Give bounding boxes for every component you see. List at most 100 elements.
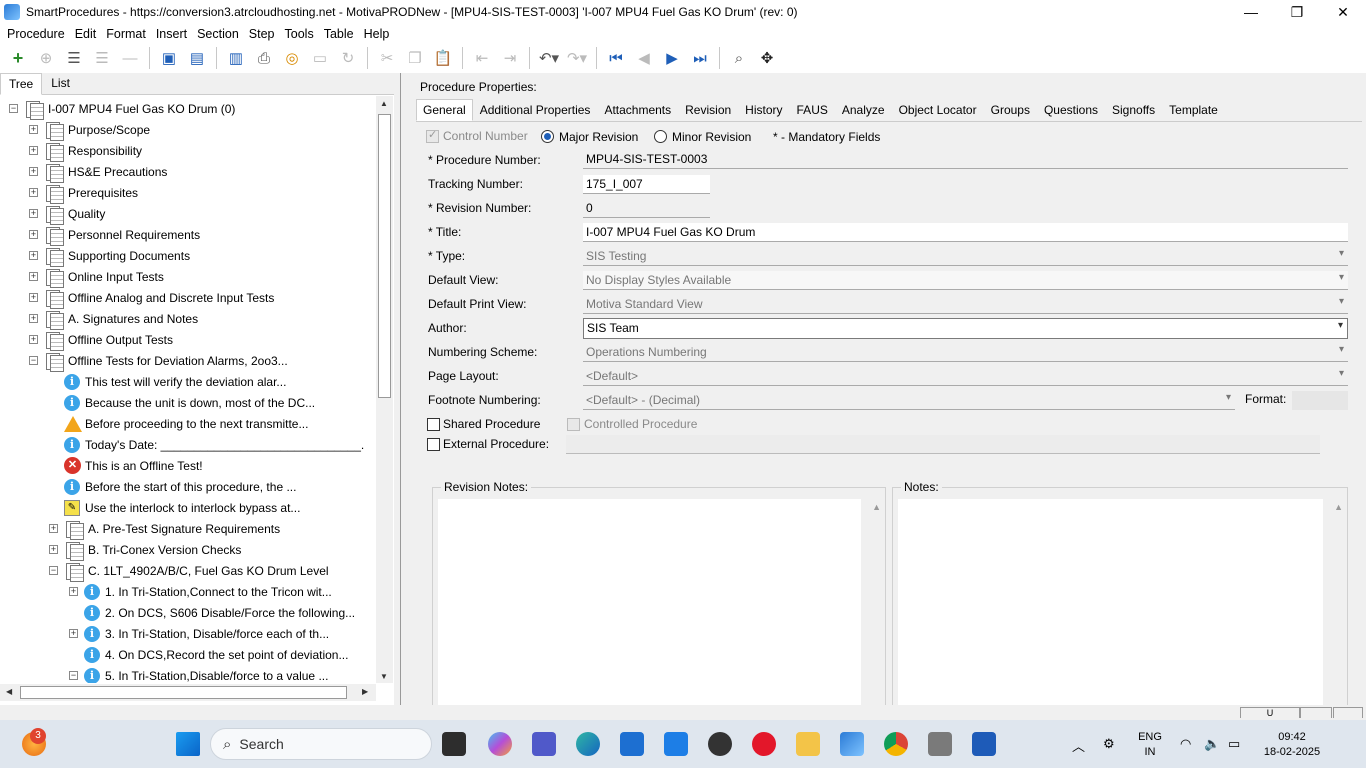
tree-node[interactable]: ✎ Use the interlock to interlock bypass a… bbox=[49, 497, 300, 518]
word-icon[interactable] bbox=[972, 732, 996, 756]
tab-revision[interactable]: Revision bbox=[678, 99, 738, 121]
cut-icon[interactable]: ✂ bbox=[376, 47, 398, 69]
redo-icon[interactable]: ↻ bbox=[337, 47, 359, 69]
tab-attachments[interactable]: Attachments bbox=[597, 99, 678, 121]
expand-icon[interactable]: + bbox=[29, 125, 38, 134]
tab-signoffs[interactable]: Signoffs bbox=[1105, 99, 1162, 121]
collapse-icon[interactable]: − bbox=[49, 566, 58, 575]
format-field[interactable] bbox=[1292, 391, 1348, 410]
indent-list-icon[interactable]: ☰ bbox=[91, 47, 113, 69]
tab-template[interactable]: Template bbox=[1162, 99, 1225, 121]
control-number-checkbox[interactable] bbox=[426, 128, 439, 143]
hscroll-thumb[interactable] bbox=[20, 686, 347, 699]
tree-node[interactable]: i 2. On DCS, S606 Disable/Force the follo… bbox=[69, 602, 355, 623]
footnote-numbering-select[interactable]: <Default> - (Decimal) ▾ bbox=[583, 391, 1235, 410]
expand-icon[interactable]: + bbox=[69, 629, 78, 638]
battery-icon[interactable]: ▭ bbox=[1228, 736, 1240, 752]
teams-icon[interactable] bbox=[532, 732, 556, 756]
default-print-view-select[interactable]: Motiva Standard View ▾ bbox=[583, 295, 1348, 314]
taskbar-search[interactable]: ⌕ Search bbox=[210, 728, 432, 760]
expand-icon[interactable]: + bbox=[29, 293, 38, 302]
volume-icon[interactable]: 🔈 bbox=[1204, 736, 1220, 752]
expand-icon[interactable]: + bbox=[29, 146, 38, 155]
menu-help[interactable]: Help bbox=[359, 27, 395, 41]
tab-faus[interactable]: FAUS bbox=[790, 99, 835, 121]
controlled-procedure-checkbox[interactable] bbox=[567, 418, 580, 431]
copilot-icon[interactable] bbox=[488, 732, 512, 756]
tree-vertical-scrollbar[interactable]: ▲ ▼ bbox=[376, 96, 393, 683]
tree-node[interactable]: i This test will verify the deviation ala… bbox=[49, 371, 286, 392]
clock-time[interactable]: 09:42 bbox=[1256, 731, 1328, 743]
tree-node[interactable]: + Supporting Documents bbox=[29, 245, 190, 267]
tree-node[interactable]: + B. Tri-Conex Version Checks bbox=[49, 539, 241, 561]
first-icon[interactable]: ⏮ bbox=[605, 47, 627, 69]
save-all-icon[interactable]: ▣ bbox=[158, 47, 180, 69]
tree-node[interactable]: − I-007 MPU4 Fuel Gas KO Drum (0) bbox=[9, 98, 235, 120]
tab-object-locator[interactable]: Object Locator bbox=[892, 99, 984, 121]
wifi-icon[interactable]: ◠ bbox=[1180, 736, 1191, 752]
expand-icon[interactable]: + bbox=[29, 188, 38, 197]
expand-icon[interactable]: + bbox=[29, 314, 38, 323]
network-settings-icon[interactable]: ⚙ bbox=[1103, 736, 1115, 752]
tree-node[interactable]: + HS&E Precautions bbox=[29, 161, 167, 183]
tree-node[interactable]: + A. Signatures and Notes bbox=[29, 308, 198, 330]
expand-icon[interactable]: + bbox=[29, 272, 38, 281]
maximize-button[interactable]: ❐ bbox=[1274, 0, 1320, 24]
tree-node[interactable]: + Personnel Requirements bbox=[29, 224, 200, 246]
tracking-number-field[interactable]: 175_I_007 bbox=[583, 175, 710, 194]
move-icon[interactable]: ✥ bbox=[756, 47, 778, 69]
tree-node[interactable]: − Offline Tests for Deviation Alarms, 2oo… bbox=[29, 350, 288, 372]
next-icon[interactable]: ▶ bbox=[661, 47, 683, 69]
chrome-icon[interactable] bbox=[884, 732, 908, 756]
close-button[interactable]: ✕ bbox=[1320, 0, 1366, 24]
chevron-up-icon[interactable]: ︿ bbox=[1072, 736, 1085, 755]
tree-node[interactable]: Before proceeding to the next transmitte… bbox=[49, 413, 308, 434]
external-procedure-field[interactable] bbox=[566, 435, 1320, 454]
revision-notes-textarea[interactable] bbox=[438, 499, 861, 706]
opera-icon[interactable] bbox=[752, 732, 776, 756]
minimize-button[interactable]: — bbox=[1228, 0, 1274, 24]
numbering-scheme-select[interactable]: Operations Numbering ▾ bbox=[583, 343, 1348, 362]
previous-icon[interactable]: ◀ bbox=[633, 47, 655, 69]
undo-icon[interactable]: ↶▾ bbox=[538, 47, 560, 69]
menu-edit[interactable]: Edit bbox=[70, 27, 102, 41]
copy-icon[interactable]: ❐ bbox=[404, 47, 426, 69]
scroll-up-icon[interactable]: ▲ bbox=[1334, 502, 1343, 512]
tab-groups[interactable]: Groups bbox=[984, 99, 1037, 121]
menu-tools[interactable]: Tools bbox=[280, 27, 319, 41]
tree-node[interactable]: + Responsibility bbox=[29, 140, 142, 162]
add-icon[interactable]: + bbox=[7, 47, 29, 69]
scroll-up-icon[interactable]: ▲ bbox=[872, 502, 881, 512]
collapse-icon[interactable]: − bbox=[69, 671, 78, 680]
tree-node[interactable]: − C. 1LT_4902A/B/C, Fuel Gas KO Drum Leve… bbox=[49, 560, 329, 582]
collapse-icon[interactable]: − bbox=[29, 356, 38, 365]
menu-step[interactable]: Step bbox=[244, 27, 280, 41]
scroll-up-icon[interactable]: ▲ bbox=[380, 99, 388, 108]
refresh-icon[interactable]: ◎ bbox=[281, 47, 303, 69]
procedure-number-field[interactable]: MPU4-SIS-TEST-0003 bbox=[583, 150, 1348, 169]
minor-revision-radio[interactable] bbox=[654, 130, 667, 143]
expand-icon[interactable]: + bbox=[29, 251, 38, 260]
scroll-thumb[interactable] bbox=[378, 114, 391, 398]
external-procedure-checkbox[interactable] bbox=[427, 438, 440, 451]
tab-history[interactable]: History bbox=[738, 99, 789, 121]
list-icon[interactable]: ☰ bbox=[63, 47, 85, 69]
expand-icon[interactable]: + bbox=[49, 524, 58, 533]
expand-icon[interactable]: + bbox=[69, 587, 78, 596]
tab-additional-properties[interactable]: Additional Properties bbox=[473, 99, 598, 121]
arrow-app-icon[interactable] bbox=[664, 732, 688, 756]
tree-node[interactable]: ✕ This is an Offline Test! bbox=[49, 455, 203, 476]
expand-icon[interactable]: + bbox=[49, 545, 58, 554]
tree-node[interactable]: + A. Pre-Test Signature Requirements bbox=[49, 518, 280, 540]
tree-node[interactable]: + Offline Analog and Discrete Input Tests bbox=[29, 287, 274, 309]
author-select[interactable]: SIS Team ▾ bbox=[583, 318, 1348, 339]
tab-general[interactable]: General bbox=[416, 99, 473, 121]
tab-list[interactable]: List bbox=[42, 72, 79, 94]
language-top[interactable]: ENG bbox=[1136, 731, 1164, 743]
tree-node[interactable]: + i 3. In Tri-Station, Disable/force each … bbox=[69, 623, 329, 644]
tree-node[interactable]: i Because the unit is down, most of the D… bbox=[49, 392, 315, 413]
tree-node[interactable]: + Prerequisites bbox=[29, 182, 138, 204]
default-view-select[interactable]: No Display Styles Available ▾ bbox=[583, 271, 1348, 290]
expand-icon[interactable]: + bbox=[29, 167, 38, 176]
tab-tree[interactable]: Tree bbox=[0, 73, 43, 95]
